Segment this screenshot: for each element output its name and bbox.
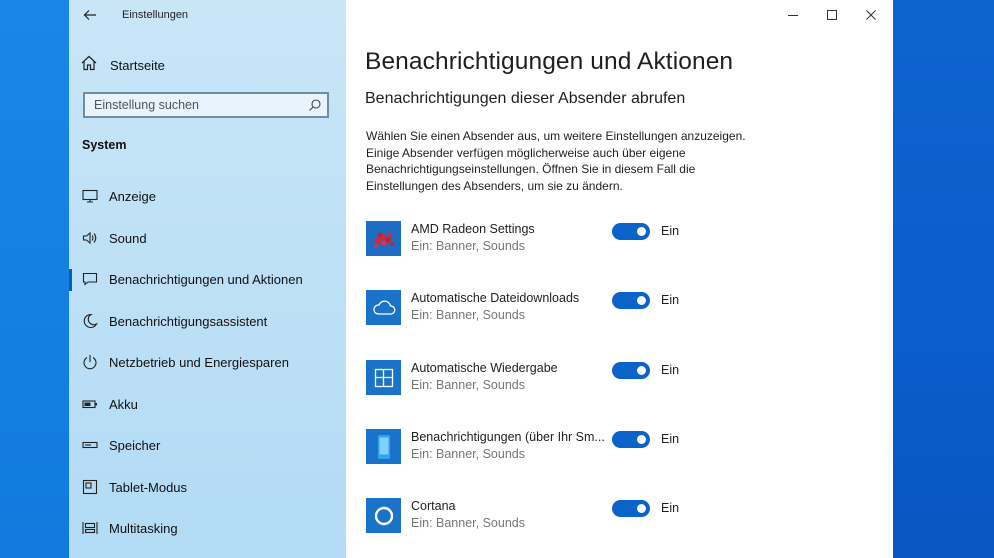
desktop-background-left <box>0 0 69 558</box>
section-subtitle: Benachrichtigungen dieser Absender abruf… <box>365 90 686 107</box>
display-icon <box>82 188 98 204</box>
sidebar-item-benachrichtigungsassistent[interactable]: Benachrichtigungsassistent <box>69 307 346 335</box>
sidebar-item-tablet-modus[interactable]: Tablet-Modus <box>69 473 346 501</box>
close-button[interactable] <box>851 2 891 28</box>
sidebar-item-netzbetrieb[interactable]: Netzbetrieb und Energiesparen <box>69 348 346 376</box>
cloud-icon <box>366 290 401 325</box>
toggle-knob <box>637 296 646 305</box>
multitasking-icon <box>82 520 98 536</box>
sidebar-item-label: Benachrichtigungen und Aktionen <box>109 271 303 287</box>
sender-toggle[interactable] <box>612 500 650 517</box>
toggle-knob <box>637 435 646 444</box>
sidebar-item-label: Akku <box>109 396 138 412</box>
sidebar-item-sound[interactable]: Sound <box>69 224 346 252</box>
sender-row-benachrichtigungen-smartphone[interactable]: Benachrichtigungen (über Ihr Sm... Ein: … <box>366 429 886 469</box>
sender-name: Automatische Dateidownloads <box>411 291 580 305</box>
toggle-state: Ein <box>661 224 680 238</box>
maximize-button[interactable] <box>812 2 852 28</box>
sidebar-item-label: Tablet-Modus <box>109 479 188 495</box>
toggle-knob <box>637 366 646 375</box>
power-icon <box>82 354 98 370</box>
sidebar-item-benachrichtigungen[interactable]: Benachrichtigungen und Aktionen <box>69 265 346 293</box>
sender-toggle[interactable] <box>612 431 650 448</box>
sender-toggle[interactable] <box>612 223 650 240</box>
section-title: System <box>82 138 127 152</box>
search-placeholder: Einstellung suchen <box>94 98 199 112</box>
home-icon <box>80 54 98 77</box>
maximize-icon <box>827 10 837 20</box>
sender-detail: Ein: Banner, Sounds <box>411 308 525 322</box>
close-icon <box>866 10 876 20</box>
app-title: Einstellungen <box>122 9 189 21</box>
sidebar-item-label: Multitasking <box>109 520 178 536</box>
autoplay-icon <box>366 360 401 395</box>
settings-window: Einstellungen Startseite Einstellung suc… <box>69 0 893 558</box>
cortana-icon <box>366 498 401 533</box>
toggle-knob <box>637 227 646 236</box>
sender-name: Automatische Wiedergabe <box>411 361 558 375</box>
sender-row-automatische-dateidownloads[interactable]: Automatische Dateidownloads Ein: Banner,… <box>366 290 886 330</box>
minimize-button[interactable] <box>773 2 813 28</box>
toggle-state: Ein <box>661 293 680 307</box>
sender-row-amd-radeon-settings[interactable]: AMD Radeon Settings Ein: Banner, Sounds … <box>366 221 886 261</box>
amd-radeon-icon <box>366 221 401 256</box>
home-label: Startseite <box>110 57 165 73</box>
sidebar-item-label: Netzbetrieb und Energiesparen <box>109 354 289 370</box>
sender-detail: Ein: Banner, Sounds <box>411 239 525 253</box>
sidebar-item-multitasking[interactable]: Multitasking <box>69 514 346 542</box>
sidebar-item-anzeige[interactable]: Anzeige <box>69 182 346 210</box>
sidebar-item-label: Speicher <box>109 437 161 453</box>
home-link[interactable]: Startseite <box>80 55 165 75</box>
tablet-icon <box>82 479 98 495</box>
message-icon <box>82 271 98 287</box>
moon-icon <box>82 313 98 329</box>
sidebar-item-akku[interactable]: Akku <box>69 390 346 418</box>
toggle-state: Ein <box>661 501 680 515</box>
sender-row-cortana[interactable]: Cortana Ein: Banner, Sounds Ein <box>366 498 886 538</box>
search-input[interactable]: Einstellung suchen <box>83 92 329 118</box>
sidebar-item-label: Anzeige <box>109 188 156 204</box>
main-content: Benachrichtigungen und Aktionen Benachri… <box>346 0 893 558</box>
sender-detail: Ein: Banner, Sounds <box>411 516 525 530</box>
description-text: Wählen Sie einen Absender aus, um weiter… <box>366 129 746 193</box>
speaker-icon <box>82 230 98 246</box>
toggle-state: Ein <box>661 432 680 446</box>
search-icon[interactable] <box>308 98 322 117</box>
sidebar-item-label: Sound <box>109 230 147 246</box>
sender-toggle[interactable] <box>612 362 650 379</box>
sender-detail: Ein: Banner, Sounds <box>411 378 525 392</box>
sidebar-item-speicher[interactable]: Speicher <box>69 431 346 459</box>
sender-name: Cortana <box>411 499 456 513</box>
sidebar: Einstellungen Startseite Einstellung suc… <box>69 0 346 558</box>
sender-name: AMD Radeon Settings <box>411 222 535 236</box>
sender-row-automatische-wiedergabe[interactable]: Automatische Wiedergabe Ein: Banner, Sou… <box>366 360 886 400</box>
page-title: Benachrichtigungen und Aktionen <box>365 48 734 75</box>
minimize-icon <box>788 15 798 16</box>
sender-toggle[interactable] <box>612 292 650 309</box>
battery-icon <box>82 396 98 412</box>
sender-detail: Ein: Banner, Sounds <box>411 447 525 461</box>
desktop-background-right <box>893 0 994 558</box>
sidebar-item-label: Benachrichtigungsassistent <box>109 313 268 329</box>
toggle-state: Ein <box>661 363 680 377</box>
storage-icon <box>82 437 98 453</box>
sender-name: Benachrichtigungen (über Ihr Sm... <box>411 430 605 444</box>
toggle-knob <box>637 504 646 513</box>
back-arrow-icon[interactable] <box>81 6 99 24</box>
phone-icon <box>366 429 401 464</box>
